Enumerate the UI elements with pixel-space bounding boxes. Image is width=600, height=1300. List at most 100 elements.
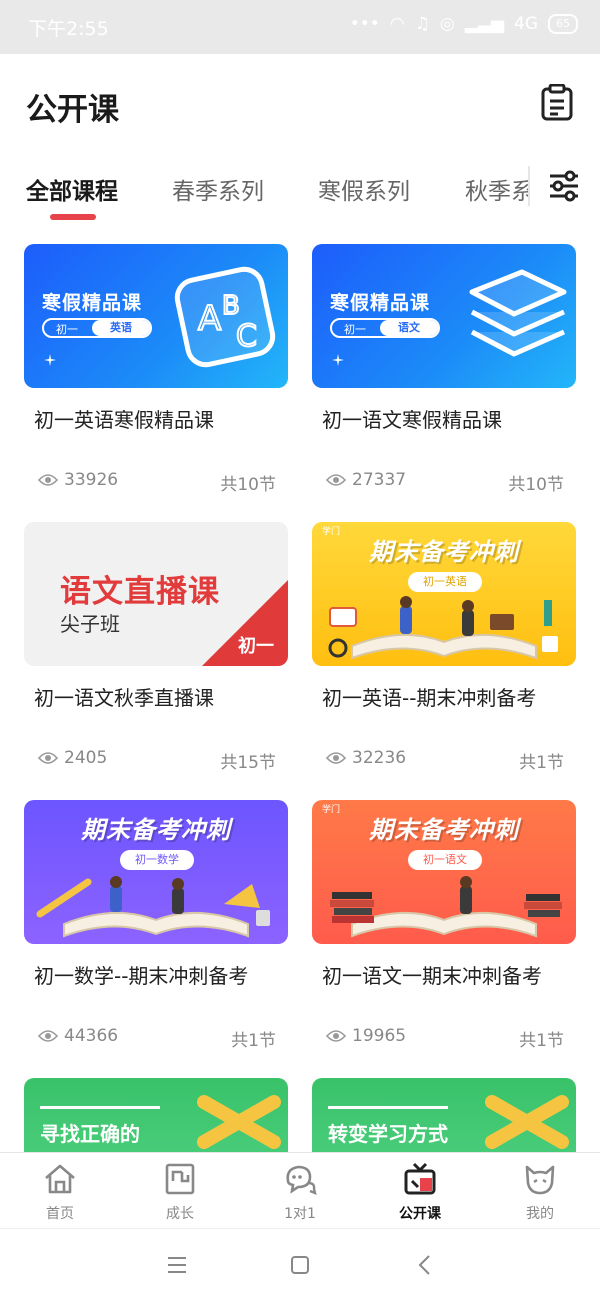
thumb-headline: 期末备考冲刺 <box>369 816 519 844</box>
nav-one-on-one[interactable]: 1对1 <box>240 1153 360 1227</box>
thumb-title: 转变学习方式 <box>328 1122 448 1146</box>
course-card[interactable]: 期末备考冲刺 初一数学 初一数学--期末冲刺备考 44366 共1节 <box>24 800 288 1051</box>
status-time: 下午2:55 <box>28 18 109 40</box>
course-title: 初一英语--期末冲刺备考 <box>322 686 537 710</box>
course-thumbnail: 期末备考冲刺 初一数学 <box>24 800 288 944</box>
notes-button[interactable] <box>540 83 574 122</box>
tab-winter[interactable]: 寒假系列 <box>318 172 410 206</box>
course-thumbnail: 寒假精品课 初一 语文 <box>312 244 576 388</box>
svg-text:C: C <box>236 319 257 354</box>
network-type: 4G <box>514 14 538 34</box>
course-card[interactable]: 学门 期末备考冲刺 初一语文 初一语文一期末冲刺备考 19965 共1节 <box>312 800 576 1051</box>
headphone-icon: ◠ <box>389 14 405 34</box>
course-thumbnail: 语文直播课 尖子班 初一 <box>24 522 288 666</box>
tab-autumn[interactable]: 秋季系列 <box>465 172 528 206</box>
lesson-count: 共1节 <box>231 1031 276 1051</box>
back-chevron-icon <box>418 1255 430 1275</box>
app-header: 公开课 <box>0 54 600 154</box>
open-book-illustration <box>330 876 562 938</box>
signpost-icon <box>485 1095 569 1149</box>
signal-icon: ▂▃▅ <box>464 14 504 34</box>
thumb-tag: 初一 英语 <box>42 318 152 338</box>
grade-label: 初一 <box>238 636 274 657</box>
home-button[interactable] <box>285 1251 315 1279</box>
battery-icon: 65 <box>548 14 578 34</box>
sparkle-icon <box>44 354 56 366</box>
view-count: 44366 <box>38 1026 118 1046</box>
chart-board-icon <box>165 1163 195 1195</box>
nav-label: 我的 <box>526 1206 554 1222</box>
course-card[interactable]: 寒假精品课 初一 英语 A B C 初一英语寒假精品课 33926 共10节 <box>24 244 288 495</box>
view-count: 32236 <box>326 748 406 768</box>
square-icon <box>291 1256 309 1274</box>
nav-label: 公开课 <box>399 1206 441 1222</box>
home-icon <box>45 1164 75 1194</box>
thumb-title: 寻找正确的 <box>40 1122 140 1146</box>
sparkle-icon <box>332 354 344 366</box>
tv-icon <box>404 1162 436 1195</box>
course-card[interactable]: 转变学习方式 <box>312 1078 576 1152</box>
signpost-icon <box>197 1095 281 1149</box>
svg-text:A: A <box>198 299 221 339</box>
course-thumbnail: 寒假精品课 初一 英语 A B C <box>24 244 288 388</box>
back-button[interactable] <box>410 1251 440 1279</box>
lesson-count: 共1节 <box>519 1031 564 1051</box>
course-thumbnail: 学门 期末备考冲刺 初一语文 <box>312 800 576 944</box>
alarm-icon: ◎ <box>439 14 455 34</box>
eye-icon <box>326 1030 346 1042</box>
eye-icon <box>38 752 58 764</box>
view-count: 33926 <box>38 470 118 490</box>
course-card[interactable]: 寒假精品课 初一 语文 初一语文寒假精品课 27337 共10节 <box>312 244 576 495</box>
abc-icon: A B C <box>174 266 276 368</box>
thumb-title: 语文直播课 <box>60 574 220 610</box>
tab-spring[interactable]: 春季系列 <box>172 172 264 206</box>
course-card[interactable]: 寻找正确的 <box>24 1078 288 1152</box>
course-thumbnail: 学门 期末备考冲刺 初一英语 <box>312 522 576 666</box>
course-thumbnail: 寻找正确的 <box>24 1078 288 1152</box>
status-bar: 下午2:55 ••• ◠ ♫ ◎ ▂▃▅ 4G 65 <box>0 0 600 54</box>
thumb-tag: 初一英语 <box>408 572 482 592</box>
active-tab-indicator <box>50 214 96 220</box>
course-card[interactable]: 学门 期末备考冲刺 初一英语 初一英语--期末冲刺备考 32236 共1节 <box>312 522 576 773</box>
nav-label: 1对1 <box>284 1206 316 1222</box>
course-thumbnail: 转变学习方式 <box>312 1078 576 1152</box>
open-book-illustration <box>36 876 270 938</box>
notes-icon <box>541 83 573 121</box>
eye-icon <box>326 474 346 486</box>
page-title: 公开课 <box>26 92 119 128</box>
system-navigation-bar <box>0 1228 600 1300</box>
view-count: 2405 <box>38 748 107 768</box>
course-title: 初一语文寒假精品课 <box>322 408 502 432</box>
filter-sliders-icon <box>550 170 578 202</box>
view-count: 19965 <box>326 1026 406 1046</box>
course-card[interactable]: 语文直播课 尖子班 初一 初一语文秋季直播课 2405 共15节 <box>24 522 288 773</box>
eye-icon <box>38 474 58 486</box>
thumb-title: 寒假精品课 <box>42 292 143 314</box>
course-title: 初一数学--期末冲刺备考 <box>34 964 249 988</box>
menu-lines-icon <box>168 1257 186 1273</box>
nav-home[interactable]: 首页 <box>0 1153 120 1227</box>
thumb-tag: 初一 语文 <box>330 318 440 338</box>
menu-button[interactable] <box>162 1251 192 1279</box>
thumb-divider <box>40 1106 160 1109</box>
lesson-count: 共15节 <box>220 753 276 773</box>
thumb-subtitle: 尖子班 <box>60 612 120 636</box>
thumb-divider <box>328 1106 448 1109</box>
eye-icon <box>326 752 346 764</box>
lesson-count: 共10节 <box>220 475 276 495</box>
nav-growth[interactable]: 成长 <box>120 1153 240 1227</box>
filter-button[interactable] <box>546 168 582 204</box>
bottom-navigation: 首页 成长 1对1 公开课 我的 <box>0 1152 600 1226</box>
more-dots-icon: ••• <box>349 14 380 34</box>
nav-me[interactable]: 我的 <box>480 1153 600 1227</box>
svg-text:B: B <box>222 291 240 321</box>
course-title: 初一语文一期末冲刺备考 <box>322 964 542 988</box>
category-tabs: 全部课程 春季系列 寒假系列 秋季系列 <box>0 160 600 226</box>
tab-all-courses[interactable]: 全部课程 <box>26 172 118 206</box>
thumb-title: 寒假精品课 <box>330 292 431 314</box>
thumb-tag: 初一语文 <box>408 850 482 870</box>
nav-open-class[interactable]: 公开课 <box>360 1153 480 1227</box>
tab-divider <box>528 166 530 206</box>
course-title: 初一英语寒假精品课 <box>34 408 214 432</box>
books-icon <box>469 269 567 357</box>
